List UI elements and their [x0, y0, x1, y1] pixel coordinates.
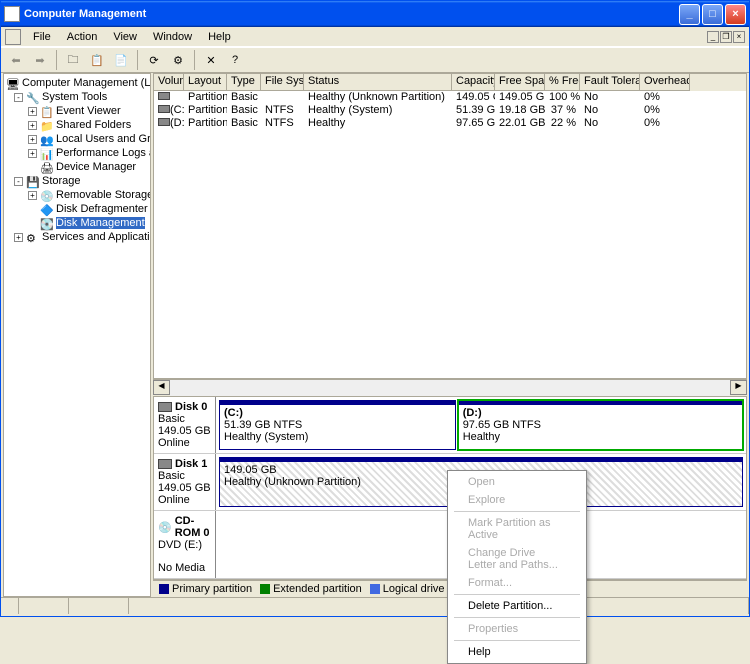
delete-button[interactable]: ✕ [200, 49, 222, 71]
title-bar: Computer Management _ □ × [1, 1, 749, 27]
menu-bar: File Action View Window Help _ ❐ × [1, 27, 749, 47]
tree-event-viewer[interactable]: +📋Event Viewer [28, 104, 148, 118]
col-free[interactable]: Free Space [495, 74, 545, 91]
maximize-button[interactable]: □ [702, 4, 723, 25]
tree-shared-folders[interactable]: +📁Shared Folders [28, 118, 148, 132]
toolbar: ⬅ ➡ 🗀 📋 📄 ⟳ ⚙ ✕ ? [1, 47, 749, 73]
table-row[interactable]: PartitionBasicHealthy (Unknown Partition… [154, 91, 746, 104]
app-icon [4, 6, 20, 22]
ctx-delete-partition[interactable]: Delete Partition... [450, 597, 584, 615]
help-button[interactable]: ? [224, 49, 246, 71]
menu-help[interactable]: Help [200, 29, 239, 45]
tree-removable[interactable]: +💿Removable Storage [28, 188, 148, 202]
scroll-right-icon[interactable]: ▶ [730, 380, 747, 395]
extended-swatch-icon [260, 584, 270, 594]
col-ft[interactable]: Fault Tolerance [580, 74, 640, 91]
col-status[interactable]: Status [304, 74, 452, 91]
col-volume[interactable]: Volume [154, 74, 184, 91]
tree-local-users[interactable]: +👥Local Users and Groups [28, 132, 148, 146]
col-pfree[interactable]: % Free [545, 74, 580, 91]
tree-defrag[interactable]: 🔷Disk Defragmenter [28, 202, 148, 216]
window-title: Computer Management [24, 8, 146, 20]
back-button: ⬅ [5, 49, 27, 71]
disk-icon [158, 459, 172, 469]
settings-button[interactable]: ⚙ [167, 49, 189, 71]
mdi-min-icon[interactable]: _ [707, 31, 719, 43]
tree-services[interactable]: +⚙Services and Applications [14, 230, 148, 244]
menu-window[interactable]: Window [145, 29, 200, 45]
disk-icon [158, 402, 172, 412]
tree-system-tools[interactable]: -🔧System Tools [14, 90, 148, 104]
show-hide-button[interactable]: 📋 [86, 49, 108, 71]
ctx-change-drive-letter: Change Drive Letter and Paths... [450, 544, 584, 574]
ctx-help[interactable]: Help [450, 643, 584, 661]
partition-d[interactable]: (D:) 97.65 GB NTFS Healthy [458, 400, 743, 450]
tree-root[interactable]: 🖥Computer Management (Local) [6, 76, 148, 90]
up-button[interactable]: 🗀 [62, 49, 84, 71]
ctx-explore: Explore [450, 491, 584, 509]
ctx-format: Format... [450, 574, 584, 592]
close-button[interactable]: × [725, 4, 746, 25]
col-layout[interactable]: Layout [184, 74, 227, 91]
cdrom-icon: 💿 [158, 521, 172, 534]
ctx-open: Open [450, 473, 584, 491]
volume-list: Volume Layout Type File System Status Ca… [153, 73, 747, 379]
doc-icon [5, 29, 21, 45]
col-fs[interactable]: File System [261, 74, 304, 91]
list-hscroll[interactable]: ◀ ▶ [153, 379, 747, 396]
menu-file[interactable]: File [25, 29, 59, 45]
logical-swatch-icon [370, 584, 380, 594]
mdi-restore-icon[interactable]: ❐ [720, 31, 732, 43]
tree-disk-mgmt[interactable]: 💽Disk Management [28, 216, 148, 230]
ctx-properties: Properties [450, 620, 584, 638]
tree-storage[interactable]: -💾Storage [14, 174, 148, 188]
table-row[interactable]: (D:)PartitionBasicNTFSHealthy97.65 GB22.… [154, 117, 746, 130]
minimize-button[interactable]: _ [679, 4, 700, 25]
disk-0-row: Disk 0 Basic 149.05 GB Online (C:) 51.39… [154, 397, 746, 454]
status-bar [1, 597, 749, 614]
tree-pane: 🖥Computer Management (Local) -🔧System To… [3, 73, 151, 597]
partition-c[interactable]: (C:) 51.39 GB NTFS Healthy (System) [219, 400, 456, 450]
mdi-close-icon[interactable]: × [733, 31, 745, 43]
context-menu: Open Explore Mark Partition as Active Ch… [447, 470, 587, 664]
refresh-button[interactable]: ⟳ [143, 49, 165, 71]
ctx-mark-active: Mark Partition as Active [450, 514, 584, 544]
primary-swatch-icon [159, 584, 169, 594]
table-row[interactable]: (C:)PartitionBasicNTFSHealthy (System)51… [154, 104, 746, 117]
tree-device-mgr[interactable]: 🖨Device Manager [28, 160, 148, 174]
scroll-left-icon[interactable]: ◀ [153, 380, 170, 395]
forward-button: ➡ [29, 49, 51, 71]
tree-perf-logs[interactable]: +📊Performance Logs and Alert [28, 146, 148, 160]
menu-action[interactable]: Action [59, 29, 106, 45]
menu-view[interactable]: View [105, 29, 145, 45]
list-header: Volume Layout Type File System Status Ca… [154, 74, 746, 91]
col-capacity[interactable]: Capacity [452, 74, 495, 91]
col-oh[interactable]: Overhead [640, 74, 690, 91]
properties-button[interactable]: 📄 [110, 49, 132, 71]
col-type[interactable]: Type [227, 74, 261, 91]
